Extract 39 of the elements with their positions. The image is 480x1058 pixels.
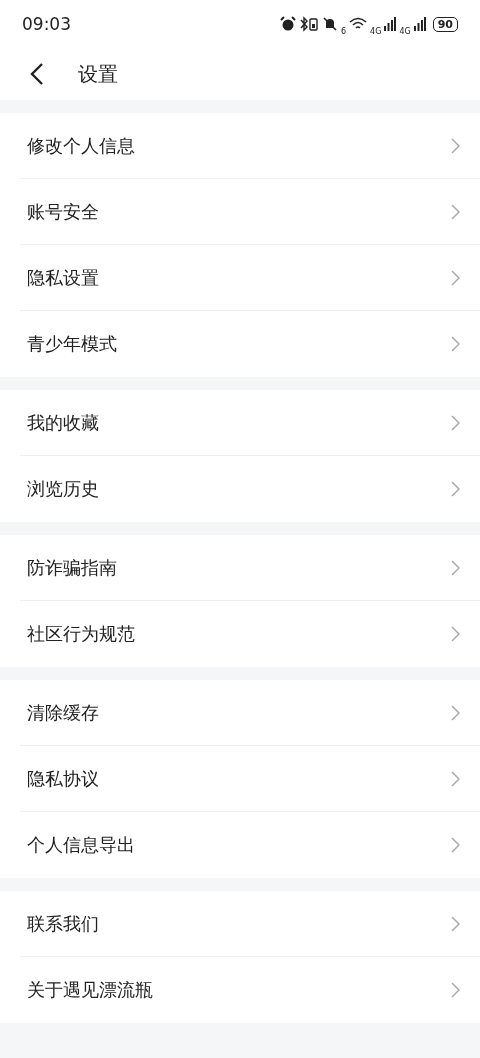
page-title: 设置	[78, 60, 118, 88]
settings-item[interactable]: 清除缓存	[20, 680, 480, 746]
chevron-right-icon	[451, 481, 460, 497]
alarm-icon	[280, 16, 296, 32]
chevron-right-icon	[451, 770, 460, 787]
settings-item[interactable]: 隐私协议	[20, 746, 480, 812]
chevron-right-icon	[451, 626, 460, 642]
network-label: 4G	[370, 26, 382, 36]
settings-item[interactable]: 社区行为规范	[20, 601, 480, 667]
settings-item[interactable]: 我的收藏	[20, 390, 480, 456]
chevron-right-icon	[451, 837, 460, 853]
wifi-icon	[349, 17, 368, 31]
settings-item[interactable]: 青少年模式	[20, 311, 480, 377]
settings-item[interactable]: 联系我们	[20, 891, 480, 957]
settings-item[interactable]: 修改个人信息	[20, 113, 480, 179]
chevron-right-icon	[451, 915, 460, 932]
battery-indicator: 90	[432, 16, 458, 32]
settings-item[interactable]: 账号安全	[20, 179, 480, 245]
status-time: 09:03	[22, 14, 71, 34]
chevron-right-icon	[451, 704, 460, 721]
back-icon[interactable]	[30, 62, 44, 86]
signal-icon	[384, 17, 397, 31]
muted-bell-icon	[322, 16, 338, 32]
wifi-label: 6	[341, 26, 347, 36]
chevron-right-icon	[451, 414, 460, 431]
settings-item[interactable]: 关于遇见漂流瓶	[20, 957, 480, 1023]
chevron-right-icon	[451, 982, 460, 998]
chevron-right-icon	[451, 559, 460, 576]
chevron-right-icon	[451, 137, 460, 154]
settings-item[interactable]: 防诈骗指南	[20, 535, 480, 601]
chevron-right-icon	[451, 203, 460, 220]
network-label: 4G	[399, 26, 411, 36]
settings-item[interactable]: 隐私设置	[20, 245, 480, 311]
signal-icon	[413, 17, 426, 31]
bluetooth-battery-icon	[299, 16, 319, 32]
chevron-right-icon	[451, 269, 460, 286]
chevron-right-icon	[451, 336, 460, 352]
settings-item[interactable]: 个人信息导出	[20, 812, 480, 878]
settings-item[interactable]: 浏览历史	[20, 456, 480, 522]
